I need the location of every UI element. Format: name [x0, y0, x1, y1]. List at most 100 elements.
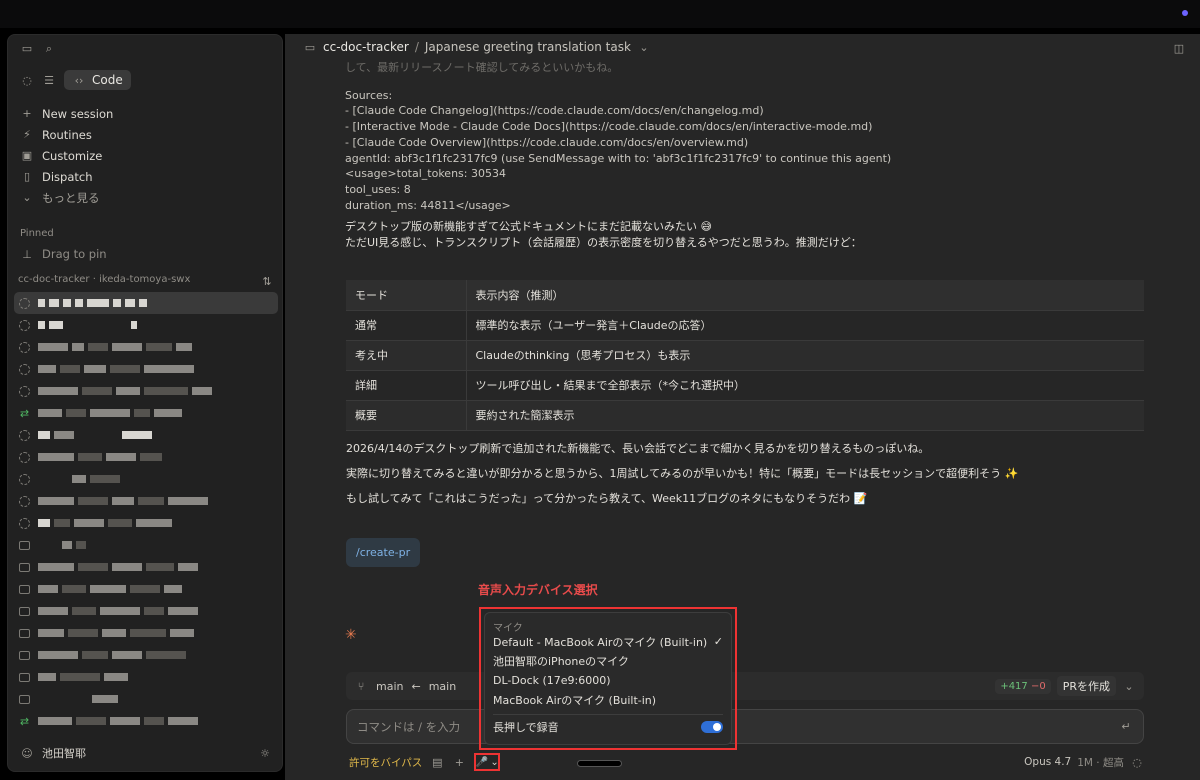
session-item[interactable]	[14, 666, 278, 688]
mic-device-button[interactable]: 🎤 ⌄	[474, 753, 501, 771]
mic-device-option[interactable]: DL-Dock (17e9:6000)	[493, 671, 723, 691]
session-status-icon	[19, 429, 30, 441]
main-panel: ▭ cc-doc-tracker / Japanese greeting tra…	[285, 34, 1200, 780]
session-item[interactable]	[14, 600, 278, 622]
routines-icon: ⚡	[23, 128, 31, 141]
session-status-icon	[19, 495, 30, 507]
table-row: 概要 要約された簡潔表示	[346, 400, 1144, 431]
session-title-redacted	[38, 343, 192, 351]
session-item[interactable]	[14, 446, 278, 468]
session-item[interactable]	[14, 578, 278, 600]
send-icon[interactable]: ↵	[1119, 720, 1133, 734]
breadcrumb-task[interactable]: Japanese greeting translation task	[425, 40, 631, 54]
archive-icon	[19, 694, 30, 704]
session-item[interactable]	[14, 512, 278, 534]
session-title-redacted	[38, 299, 147, 307]
composer-input[interactable]: コマンドは / を入力 ↵	[346, 709, 1144, 744]
table-header-row: モード 表示内容（推測）	[346, 280, 1144, 311]
nav-customize[interactable]: ▣ Customize	[20, 145, 270, 166]
faded-line: して、最新リリースノート確認してみるといいかもね。	[345, 61, 619, 74]
code-mode-button[interactable]: ‹› Code	[64, 70, 131, 90]
session-status-icon	[19, 297, 30, 309]
session-title-redacted	[38, 475, 120, 483]
session-item[interactable]	[14, 314, 278, 336]
session-item[interactable]	[14, 490, 278, 512]
session-item[interactable]: ⇄	[14, 710, 278, 732]
nav-new-session[interactable]: + New session	[20, 103, 270, 124]
archive-icon	[19, 650, 30, 660]
session-status-icon	[19, 385, 30, 397]
check-icon: ✓	[713, 635, 723, 649]
session-item[interactable]	[14, 468, 278, 490]
session-title-redacted	[38, 563, 198, 571]
model-selector[interactable]: Opus 4.7 1M · 超高 ◌	[1024, 755, 1144, 770]
source-link[interactable]: - [Interactive Mode - Claude Code Docs](…	[345, 119, 1145, 135]
chevron-down-icon[interactable]: ⌄	[637, 40, 651, 54]
session-title-redacted	[38, 673, 128, 681]
nav-more[interactable]: ⌄ もっと見る	[20, 187, 270, 208]
session-item[interactable]	[14, 622, 278, 644]
push-to-talk-row[interactable]: 長押しで録音	[493, 717, 723, 737]
bypass-permissions-button[interactable]: 許可をバイパス	[349, 755, 422, 770]
tool-uses-line: tool_uses: 8	[345, 182, 411, 196]
sidebar-toggle-icon[interactable]: ▭	[20, 41, 34, 55]
diff-stats[interactable]: +417 −0	[995, 678, 1051, 694]
session-item[interactable]	[14, 358, 278, 380]
session-title-redacted	[38, 541, 86, 549]
table-row: 考え中 Claudeのthinking（思考プロセス）も表示	[346, 340, 1144, 371]
home-indicator	[577, 760, 622, 767]
session-item[interactable]	[14, 336, 278, 358]
session-list: ⇄ ⇄	[14, 292, 278, 732]
panel-toggle-icon[interactable]: ◫	[1172, 41, 1186, 55]
session-title-redacted	[38, 629, 194, 637]
create-pr-command-chip[interactable]: /create-pr	[346, 538, 421, 567]
message-line: ただUI見る感じ、トランスクリプト（会話履歴）の表示密度を切り替えるやつだと思う…	[345, 236, 862, 250]
session-item[interactable]	[14, 556, 278, 578]
plus-icon[interactable]: +	[452, 755, 466, 769]
session-item[interactable]	[14, 688, 278, 710]
mode-table: モード 表示内容（推測） 通常 標準的な表示（ユーザー発言＋Claudeの応答） 考…	[346, 280, 1144, 431]
session-title-redacted	[38, 387, 212, 395]
session-item[interactable]	[14, 380, 278, 402]
chevron-down-icon[interactable]: ⌄	[1122, 679, 1136, 693]
mic-device-option[interactable]: Default - MacBook Airのマイク (Built-in) ✓	[493, 632, 723, 652]
source-link[interactable]: - [Claude Code Changelog](https://code.c…	[345, 103, 1145, 119]
breadcrumb-repo[interactable]: cc-doc-tracker	[323, 40, 409, 54]
theme-sun-icon[interactable]: ☼	[258, 746, 272, 760]
session-item[interactable]	[14, 534, 278, 556]
window-titlebar	[0, 0, 1200, 28]
session-item[interactable]	[14, 424, 278, 446]
nav-dispatch[interactable]: ▯ Dispatch	[20, 166, 270, 187]
chevron-down-icon: ⌄	[490, 756, 499, 768]
message-line: もし試してみて「これはこうだった」って分かったら教えて、Week11ブログのネタ…	[346, 492, 868, 505]
attach-icon[interactable]: ▤	[430, 755, 444, 769]
filter-icon[interactable]: ⇅	[260, 274, 274, 288]
message-line: 実際に切り替えてみると違いが即分かると思うから、1周試してみるのが早いかも！特に…	[346, 467, 1019, 480]
source-link[interactable]: - [Claude Code Overview](https://code.cl…	[345, 135, 1145, 151]
push-to-talk-toggle[interactable]	[701, 720, 723, 733]
create-pr-button[interactable]: PRを作成	[1056, 676, 1116, 696]
branch-from[interactable]: main	[376, 680, 403, 693]
user-name: 池田智耶	[42, 747, 86, 760]
message-after-table: 2026/4/14のデスクトップ刷新で追加された新機能で、長い会話でどこまで細か…	[346, 441, 1146, 516]
session-status-icon	[19, 473, 30, 485]
session-title-redacted	[38, 321, 137, 329]
pinned-label: Pinned	[20, 228, 54, 239]
search-icon[interactable]: ⌕	[42, 41, 56, 55]
user-profile[interactable]: ☺ 池田智耶 ☼	[20, 745, 272, 761]
mic-device-option[interactable]: MacBook Airのマイク (Built-in)	[493, 691, 723, 711]
archive-icon	[19, 606, 30, 616]
session-status-icon	[19, 319, 30, 331]
code-icon: ‹›	[74, 73, 84, 87]
session-item[interactable]: ⇄	[14, 402, 278, 424]
branch-to[interactable]: main	[429, 680, 456, 693]
mic-device-option[interactable]: 池田智耶のiPhoneのマイク	[493, 652, 723, 672]
chat-mode-icon[interactable]: ◌	[20, 73, 34, 87]
sources-label: Sources:	[345, 88, 393, 102]
tasks-mode-icon[interactable]: ☰	[42, 73, 56, 87]
session-item[interactable]	[14, 644, 278, 666]
branch-icon: ⑂	[357, 679, 365, 693]
session-title-redacted	[38, 695, 118, 703]
session-item[interactable]	[14, 292, 278, 314]
nav-routines[interactable]: ⚡ Routines	[20, 124, 270, 145]
